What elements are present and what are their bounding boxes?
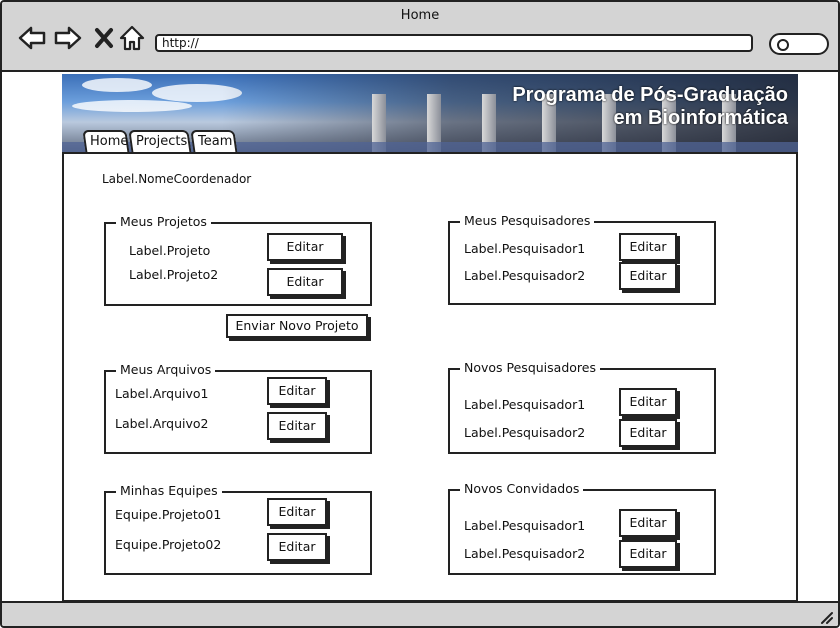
- group-legend: Meus Projetos: [116, 214, 211, 230]
- edit-new-researcher-button[interactable]: Editar: [619, 388, 677, 416]
- edit-project-button[interactable]: Editar: [267, 233, 343, 261]
- guest-label: Label.Pesquisador1: [464, 518, 586, 533]
- team-label: Equipe.Projeto01: [115, 507, 222, 522]
- window-title: Home: [400, 8, 440, 23]
- minhas-equipes-group: Minhas Equipes: [104, 483, 372, 575]
- home-icon[interactable]: [118, 24, 146, 52]
- file-label: Label.Arquivo1: [115, 386, 209, 401]
- edit-researcher-button[interactable]: Editar: [619, 262, 677, 290]
- project-label: Label.Projeto2: [129, 267, 219, 282]
- tab-home[interactable]: Home: [82, 130, 130, 154]
- banner-title-line2: em Bioinformática: [613, 107, 788, 129]
- address-bar[interactable]: http://: [155, 34, 753, 52]
- edit-new-researcher-button[interactable]: Editar: [619, 419, 677, 447]
- group-legend: Minhas Equipes: [116, 483, 222, 499]
- researcher-label: Label.Pesquisador1: [464, 241, 586, 256]
- send-new-project-button[interactable]: Enviar Novo Projeto: [226, 314, 368, 338]
- status-bar: [2, 601, 838, 626]
- edit-researcher-button[interactable]: Editar: [619, 233, 677, 261]
- group-legend: Meus Arquivos: [116, 362, 216, 378]
- group-legend: Novos Convidados: [460, 481, 584, 497]
- banner-title: Programa de Pós-Graduação em Bioinformát…: [512, 84, 788, 130]
- tab-projects[interactable]: Projects: [128, 130, 192, 154]
- project-label: Label.Projeto: [129, 243, 211, 258]
- coordinator-label: Label.NomeCoordenador: [102, 172, 252, 186]
- edit-team-button[interactable]: Editar: [267, 498, 327, 526]
- close-icon[interactable]: [90, 24, 118, 52]
- resize-grip-icon[interactable]: [818, 610, 834, 624]
- group-legend: Meus Pesquisadores: [460, 213, 595, 229]
- browser-window: Home http:// Programa de Pós-Graduação e…: [0, 0, 840, 628]
- forward-arrow-icon[interactable]: [54, 24, 82, 52]
- tab-team[interactable]: Team: [190, 130, 238, 154]
- edit-project-button[interactable]: Editar: [267, 268, 343, 296]
- group-legend: Novos Pesquisadores: [460, 360, 600, 376]
- new-researcher-label: Label.Pesquisador1: [464, 397, 586, 412]
- edit-file-button[interactable]: Editar: [267, 412, 327, 440]
- edit-team-button[interactable]: Editar: [267, 533, 327, 561]
- guest-label: Label.Pesquisador2: [464, 546, 586, 561]
- file-label: Label.Arquivo2: [115, 416, 209, 431]
- new-researcher-label: Label.Pesquisador2: [464, 425, 586, 440]
- edit-guest-button[interactable]: Editar: [619, 540, 677, 568]
- edit-guest-button[interactable]: Editar: [619, 509, 677, 537]
- search-icon: [777, 39, 789, 51]
- team-label: Equipe.Projeto02: [115, 537, 222, 552]
- back-arrow-icon[interactable]: [18, 24, 46, 52]
- researcher-label: Label.Pesquisador2: [464, 268, 586, 283]
- banner-title-line1: Programa de Pós-Graduação: [512, 84, 788, 106]
- meus-arquivos-group: Meus Arquivos: [104, 362, 372, 454]
- search-field[interactable]: [769, 33, 829, 55]
- edit-file-button[interactable]: Editar: [267, 377, 327, 405]
- browser-titlebar: Home http://: [2, 2, 838, 72]
